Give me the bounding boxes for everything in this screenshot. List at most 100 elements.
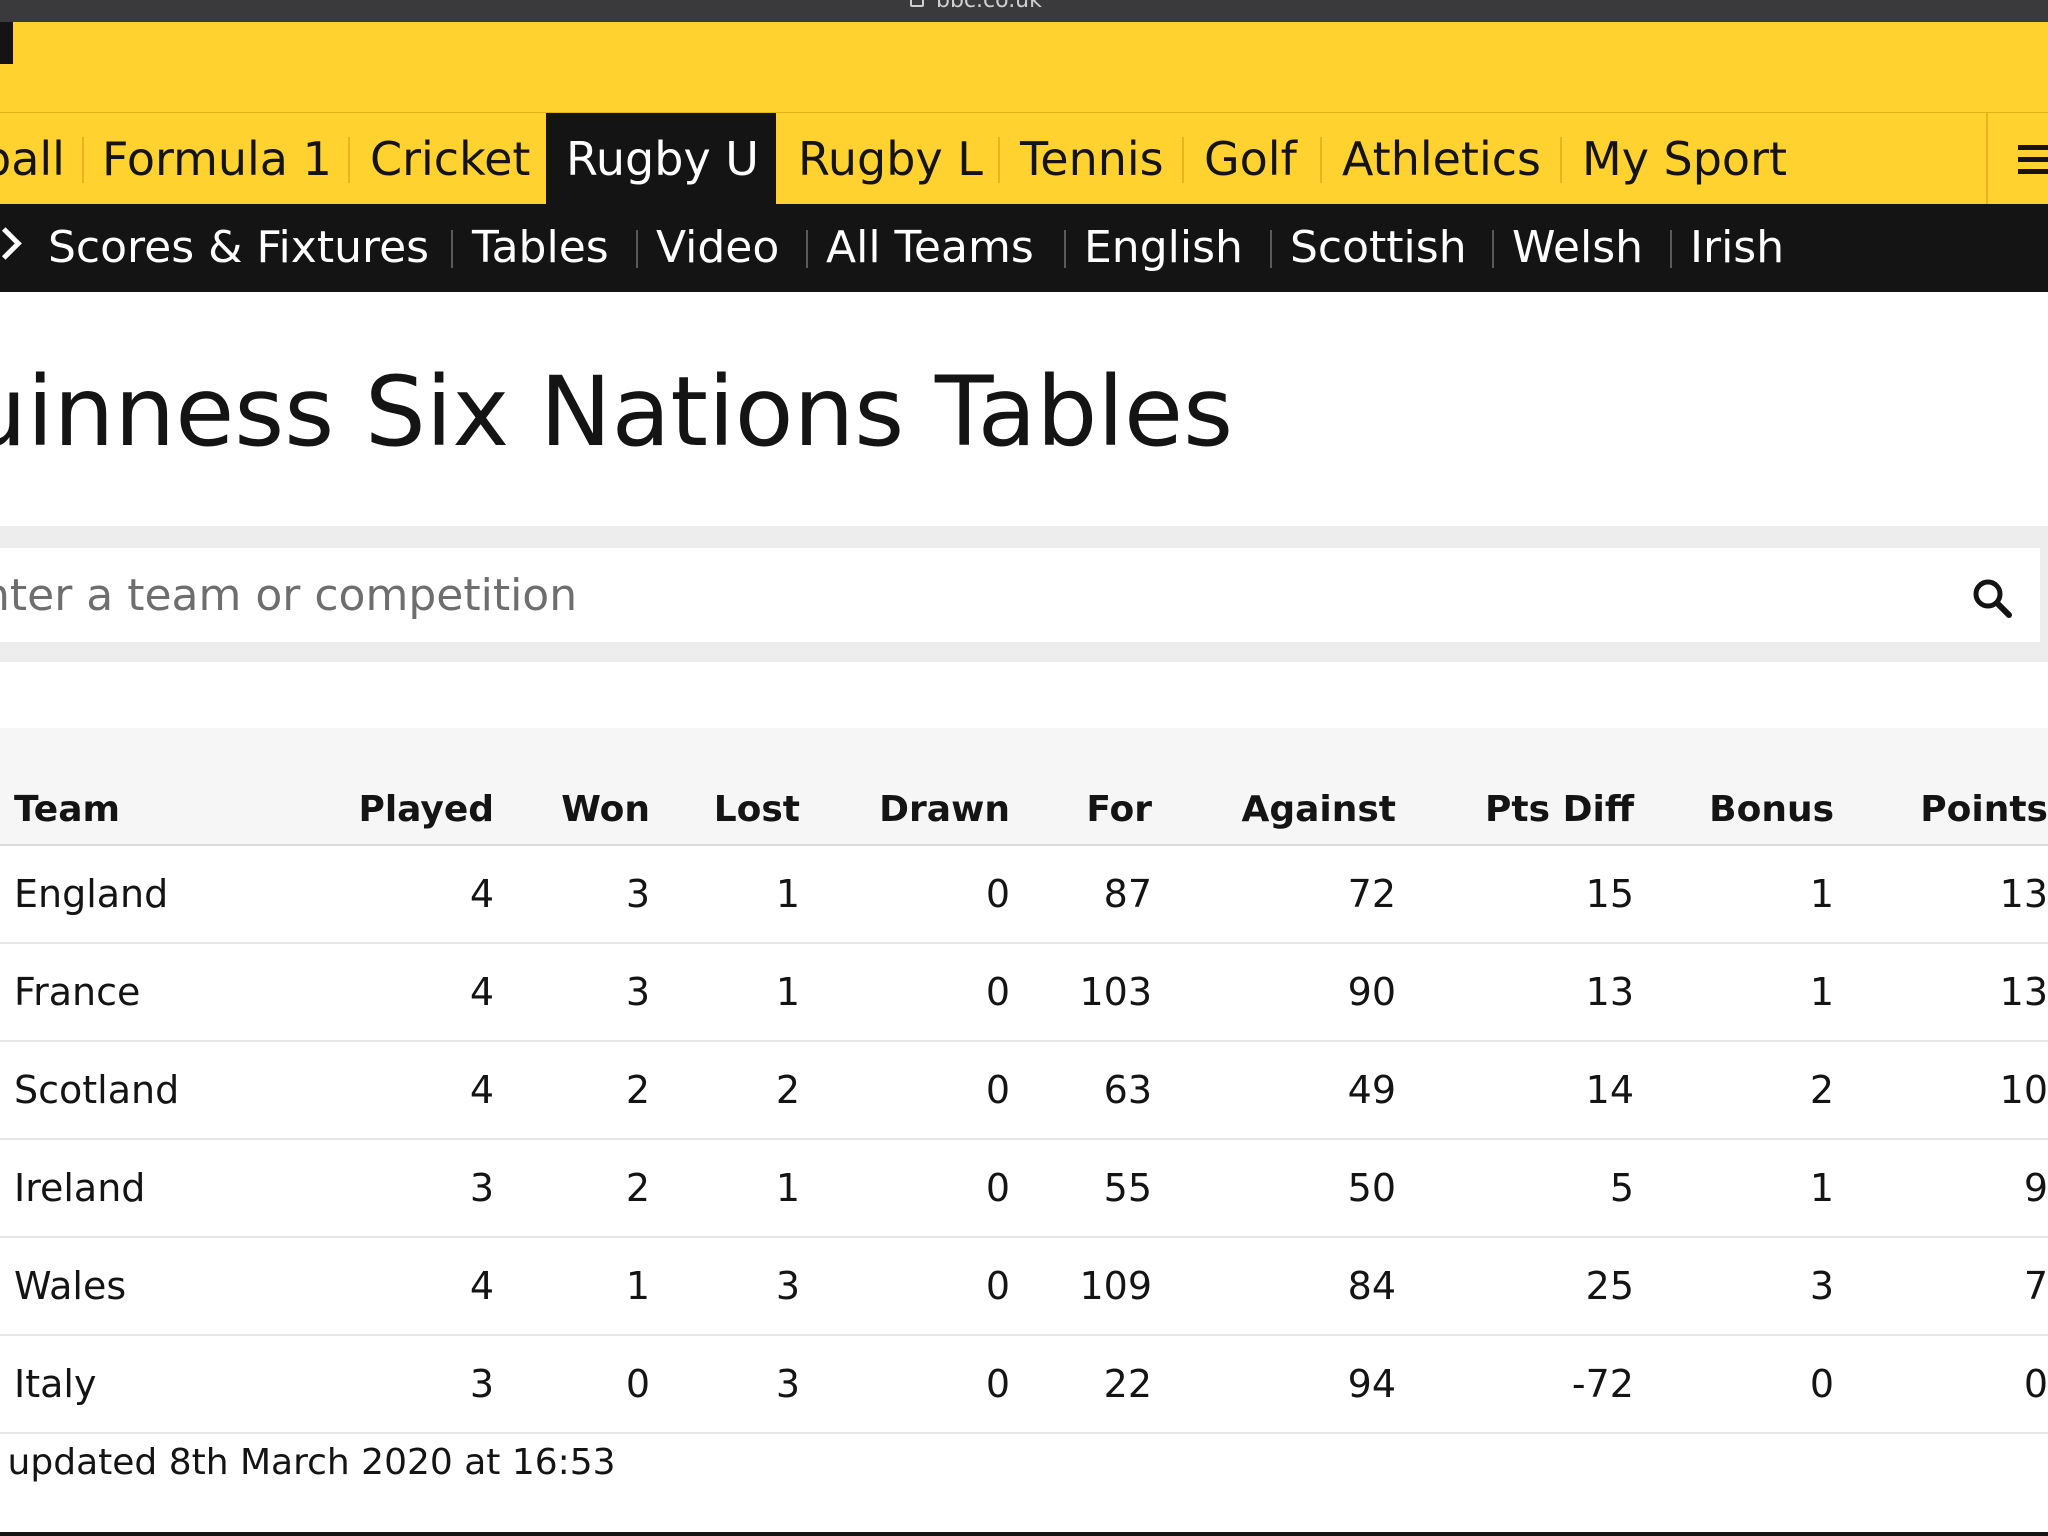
browser-url-bar: bbc.co.uk bbox=[0, 0, 2048, 22]
team-name-link[interactable]: Ireland bbox=[0, 1139, 282, 1238]
sub-nav-scottish[interactable]: Scottish bbox=[1290, 204, 1467, 292]
column-header-played[interactable]: Played bbox=[282, 728, 494, 846]
nav-item-golf[interactable]: Golf bbox=[1184, 113, 1317, 205]
team-name-link[interactable]: Scotland bbox=[0, 1041, 282, 1140]
table-cell: 1 bbox=[650, 943, 800, 1042]
table-row: France 4 3 1 0 103 90 13 1 13 bbox=[0, 943, 2048, 1042]
table-cell: 0 bbox=[494, 1335, 650, 1434]
table-cell: 9 bbox=[1834, 1139, 2048, 1238]
table-row: Italy 3 0 3 0 22 94 -72 0 0 bbox=[0, 1335, 2048, 1434]
table-cell: 15 bbox=[1396, 845, 1634, 944]
nav-item-athletics[interactable]: Athletics bbox=[1322, 113, 1561, 205]
table-cell: 0 bbox=[800, 1139, 1010, 1238]
table-cell: 5 bbox=[1396, 1139, 1634, 1238]
column-header-against[interactable]: Against bbox=[1152, 728, 1396, 846]
sub-nav-separator bbox=[451, 230, 453, 268]
sub-nav-all-teams[interactable]: All Teams bbox=[826, 204, 1034, 292]
chevron-right-icon[interactable] bbox=[0, 227, 22, 260]
table-cell: 50 bbox=[1152, 1139, 1396, 1238]
sub-nav-separator bbox=[806, 230, 808, 268]
team-name-link[interactable]: France bbox=[0, 943, 282, 1042]
table-cell: 0 bbox=[800, 1237, 1010, 1336]
table-cell: 55 bbox=[1010, 1139, 1152, 1238]
table-cell: -72 bbox=[1396, 1335, 1634, 1434]
browser-url[interactable]: bbc.co.uk bbox=[910, 0, 1042, 13]
team-name-link[interactable]: England bbox=[0, 845, 282, 944]
sub-nav-welsh[interactable]: Welsh bbox=[1512, 204, 1643, 292]
sub-nav-english[interactable]: English bbox=[1084, 204, 1243, 292]
nav-item-formula-1[interactable]: Formula 1 bbox=[82, 113, 352, 205]
nav-item-rugby-union[interactable]: Rugby U bbox=[546, 113, 776, 205]
lock-icon bbox=[910, 0, 924, 7]
table-cell: 3 bbox=[282, 1335, 494, 1434]
table-cell: 90 bbox=[1152, 943, 1396, 1042]
search-icon[interactable] bbox=[1972, 578, 2012, 618]
table-row: Scotland 4 2 2 0 63 49 14 2 10 bbox=[0, 1041, 2048, 1140]
column-header-pts-diff[interactable]: Pts Diff bbox=[1396, 728, 1634, 846]
nav-item-my-sport[interactable]: My Sport bbox=[1562, 113, 1807, 205]
sub-nav-irish[interactable]: Irish bbox=[1690, 204, 1784, 292]
table-cell: 25 bbox=[1396, 1237, 1634, 1336]
team-name-link[interactable]: Wales bbox=[0, 1237, 282, 1336]
table-cell: 3 bbox=[650, 1335, 800, 1434]
rugby-union-sub-nav: Scores & Fixtures Tables Video All Teams… bbox=[0, 204, 2048, 292]
table-cell: 4 bbox=[282, 845, 494, 944]
table-cell: 94 bbox=[1152, 1335, 1396, 1434]
team-name-link[interactable]: Italy bbox=[0, 1335, 282, 1434]
table-cell: 10 bbox=[1834, 1041, 2048, 1140]
column-header-won[interactable]: Won bbox=[494, 728, 650, 846]
sub-nav-tables[interactable]: Tables bbox=[472, 204, 609, 292]
sub-nav-separator bbox=[1492, 230, 1494, 268]
nav-item-rugby-league[interactable]: Rugby L bbox=[778, 113, 1003, 205]
column-header-lost[interactable]: Lost bbox=[650, 728, 800, 846]
column-header-drawn[interactable]: Drawn bbox=[800, 728, 1010, 846]
sport-nav: ball Formula 1 Cricket Rugby U Rugby L T… bbox=[0, 112, 2048, 205]
page-bottom-edge bbox=[0, 1532, 2048, 1536]
search-input[interactable] bbox=[0, 548, 2040, 642]
table-cell: 87 bbox=[1010, 845, 1152, 944]
table-cell: 72 bbox=[1152, 845, 1396, 944]
table-cell: 3 bbox=[1634, 1237, 1834, 1336]
table-cell: 13 bbox=[1396, 943, 1634, 1042]
nav-item-tennis[interactable]: Tennis bbox=[1000, 113, 1184, 205]
bbc-logo-edge[interactable] bbox=[0, 22, 13, 64]
table-cell: 1 bbox=[650, 845, 800, 944]
column-header-team[interactable]: Team bbox=[0, 728, 282, 846]
table-cell: 0 bbox=[800, 1335, 1010, 1434]
table-cell: 0 bbox=[800, 943, 1010, 1042]
table-cell: 109 bbox=[1010, 1237, 1152, 1336]
table-cell: 0 bbox=[1834, 1335, 2048, 1434]
column-header-bonus[interactable]: Bonus bbox=[1634, 728, 1834, 846]
table-cell: 1 bbox=[1634, 1139, 1834, 1238]
table-cell: 3 bbox=[282, 1139, 494, 1238]
table-header-row: Team Played Won Lost Drawn For Against P… bbox=[0, 728, 2048, 846]
sub-nav-video[interactable]: Video bbox=[656, 204, 779, 292]
table-cell: 103 bbox=[1010, 943, 1152, 1042]
table-cell: 1 bbox=[1634, 845, 1834, 944]
table-cell: 0 bbox=[800, 1041, 1010, 1140]
table-cell: 2 bbox=[1634, 1041, 1834, 1140]
table-cell: 1 bbox=[650, 1139, 800, 1238]
sub-nav-separator bbox=[636, 230, 638, 268]
browser-url-text: bbc.co.uk bbox=[936, 0, 1042, 13]
table-cell: 2 bbox=[494, 1041, 650, 1140]
page-title: uinness Six Nations Tables bbox=[0, 356, 1234, 468]
table-row: England 4 3 1 0 87 72 15 1 13 bbox=[0, 845, 2048, 944]
table-cell: 22 bbox=[1010, 1335, 1152, 1434]
column-header-for[interactable]: For bbox=[1010, 728, 1152, 846]
table-cell: 0 bbox=[1634, 1335, 1834, 1434]
table-cell: 4 bbox=[282, 943, 494, 1042]
sub-nav-separator bbox=[1270, 230, 1272, 268]
column-header-points[interactable]: Points bbox=[1834, 728, 2048, 846]
table-cell: 13 bbox=[1834, 845, 2048, 944]
last-updated-text: t updated 8th March 2020 at 16:53 bbox=[0, 1442, 616, 1483]
sub-nav-scores-fixtures[interactable]: Scores & Fixtures bbox=[48, 204, 429, 292]
table-cell: 3 bbox=[494, 845, 650, 944]
hamburger-menu-icon[interactable] bbox=[1986, 113, 2048, 205]
table-cell: 4 bbox=[282, 1237, 494, 1336]
nav-item-football[interactable]: ball bbox=[0, 113, 85, 205]
nav-item-cricket[interactable]: Cricket bbox=[350, 113, 550, 205]
sub-nav-separator bbox=[1064, 230, 1066, 268]
table-cell: 2 bbox=[650, 1041, 800, 1140]
table-cell: 84 bbox=[1152, 1237, 1396, 1336]
